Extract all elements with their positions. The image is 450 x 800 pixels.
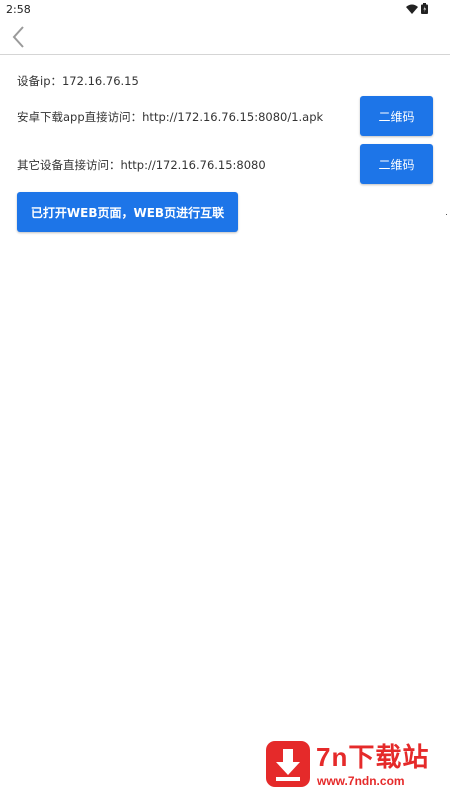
qr-code-button-android[interactable]: 二维码	[360, 96, 433, 136]
app-bar	[0, 20, 450, 55]
watermark: 7n下载站 www.7ndn.com	[260, 735, 445, 795]
watermark-title: 7n下载站	[316, 742, 430, 772]
android-download-text: 安卓下载app直接访问：http://172.16.76.15:8080/1.a…	[17, 110, 324, 124]
qr-code-button-other[interactable]: 二维码	[360, 144, 433, 184]
download-logo-icon	[266, 741, 310, 787]
dot-artifact	[446, 214, 447, 215]
wifi-icon	[406, 4, 418, 14]
back-button[interactable]	[6, 24, 32, 50]
status-icons	[406, 3, 428, 14]
web-page-button[interactable]: 已打开WEB页面，WEB页进行互联	[17, 192, 238, 232]
watermark-url: www.7ndn.com	[317, 774, 405, 788]
status-bar: 2:58	[0, 0, 450, 20]
device-ip-text: 设备ip：172.16.76.15	[17, 74, 139, 88]
status-time: 2:58	[6, 3, 31, 16]
battery-icon	[421, 3, 428, 14]
other-device-text: 其它设备直接访问：http://172.16.76.15:8080	[17, 158, 266, 172]
chevron-left-icon	[12, 26, 24, 48]
